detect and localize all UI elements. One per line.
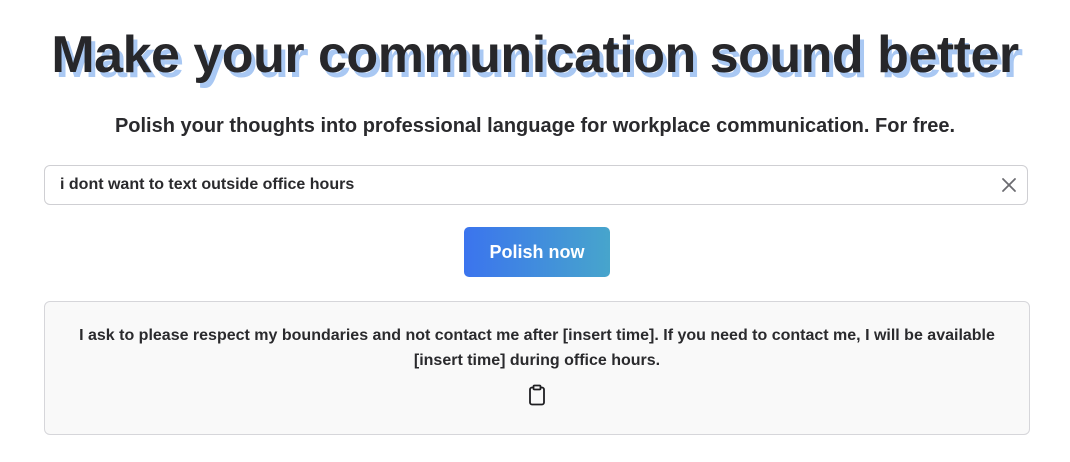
message-input-container (44, 165, 1028, 205)
message-input[interactable] (45, 166, 985, 204)
page-subtitle: Polish your thoughts into professional l… (114, 115, 956, 137)
result-text: I ask to please respect my boundaries an… (79, 327, 995, 369)
page: Make your communication sound better Pol… (0, 0, 1070, 462)
result-panel: I ask to please respect my boundaries an… (44, 301, 1030, 435)
clear-input-button[interactable] (999, 175, 1019, 195)
close-icon (1002, 178, 1016, 192)
polish-now-button[interactable]: Polish now (464, 227, 610, 277)
page-title: Make your communication sound better (51, 26, 1019, 84)
copy-result-button[interactable] (527, 384, 547, 406)
clipboard-icon (529, 384, 545, 406)
